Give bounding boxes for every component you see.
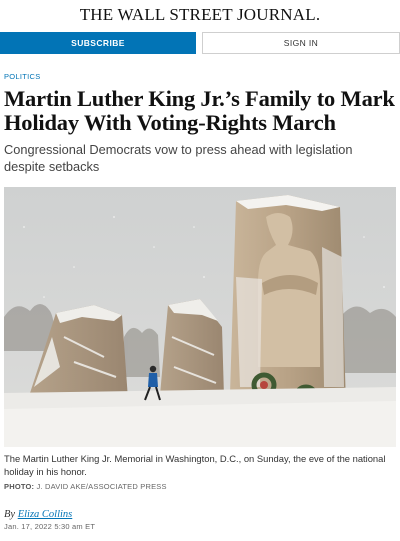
section-label[interactable]: POLITICS <box>4 72 396 81</box>
subscribe-button[interactable]: SUBSCRIBE <box>0 32 196 54</box>
wsj-logo[interactable]: THE WALL STREET JOURNAL. <box>80 5 321 25</box>
timestamp: Jan. 17, 2022 5:30 am ET <box>4 522 96 532</box>
dek: Congressional Democrats vow to press ahe… <box>4 142 353 174</box>
author-link[interactable]: Eliza Collins <box>18 509 73 520</box>
masthead: THE WALL STREET JOURNAL. <box>0 0 400 30</box>
sign-in-button[interactable]: SIGN IN <box>202 32 400 54</box>
photo-credit-value: J. DAVID AKE/ASSOCIATED PRESS <box>36 482 167 492</box>
lead-photo[interactable] <box>4 187 396 447</box>
article: POLITICS Martin Luther King Jr.’s Family… <box>0 72 400 531</box>
photo-credit: PHOTO: J. DAVID AKE/ASSOCIATED PRESS <box>4 482 396 491</box>
headline: Martin Luther King Jr.’s Family to Mark … <box>4 86 395 135</box>
cta-bar: SUBSCRIBE SIGN IN <box>0 32 400 54</box>
byline-prefix: By <box>4 509 16 521</box>
photo-caption: The Martin Luther King Jr. Memorial in W… <box>4 453 386 477</box>
byline: By Eliza Collins <box>4 509 396 520</box>
photo-credit-label: PHOTO: <box>4 482 35 492</box>
